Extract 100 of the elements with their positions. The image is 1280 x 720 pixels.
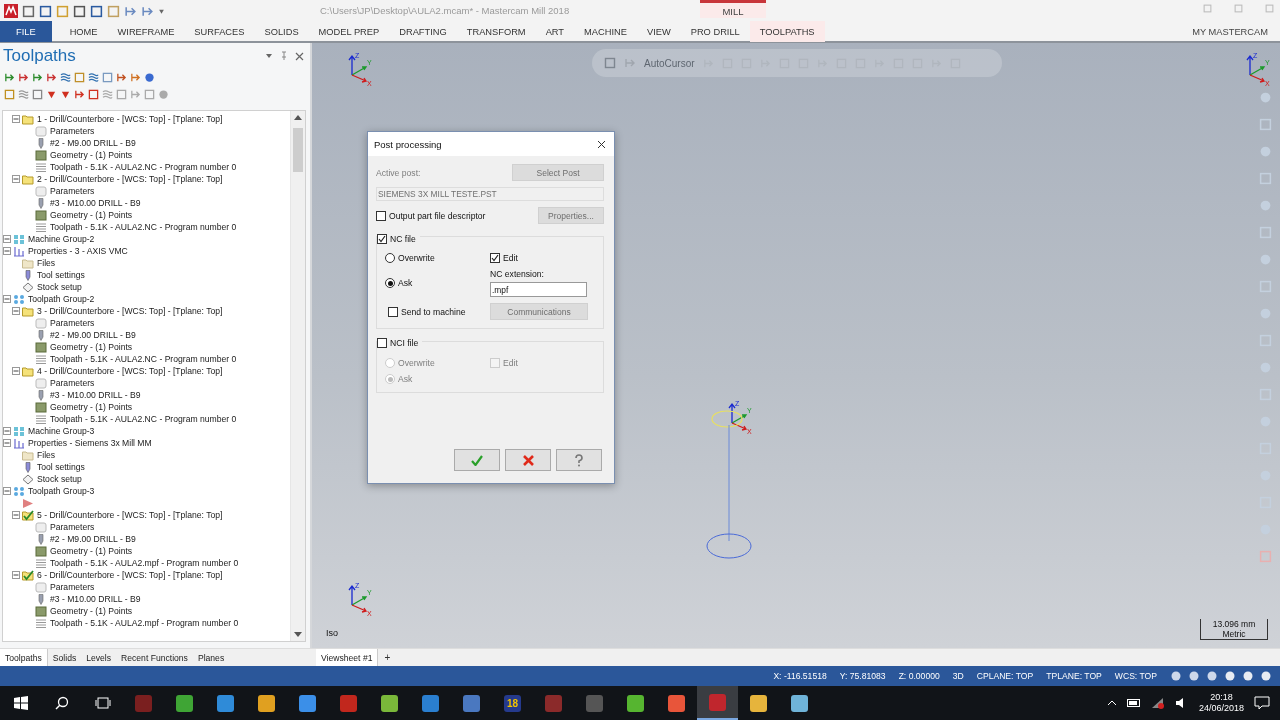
toolbar-icon[interactable] (32, 89, 43, 100)
collapse-toggle[interactable] (12, 115, 20, 123)
account-link[interactable]: MY MASTERCAM (1192, 27, 1268, 37)
shading-icon[interactable] (1224, 670, 1236, 682)
down-arrow-icon[interactable] (46, 89, 57, 100)
add-viewsheet-button[interactable]: + (378, 649, 397, 666)
tree-item[interactable]: Tool settings (37, 462, 85, 472)
tree-item[interactable]: Files (37, 258, 56, 268)
wave-icon[interactable] (18, 89, 29, 100)
shading-icon[interactable] (1188, 670, 1200, 682)
tree-item[interactable]: Properties - Siemens 3x Mill MM (28, 438, 152, 448)
checkbox[interactable] (376, 210, 386, 221)
ribbon-tab[interactable]: PRO DRILL (680, 21, 750, 42)
tree-item[interactable]: 1 - Drill/Counterbore - [WCS: Top] - [Tplane: Top] (37, 114, 223, 124)
help-button[interactable] (556, 449, 602, 471)
ribbon-tab[interactable]: TRANSFORM (456, 21, 536, 42)
ribbon-tab[interactable]: SOLIDS (254, 21, 309, 42)
radio-button[interactable] (385, 278, 395, 288)
panel-tab[interactable]: Solids (47, 649, 82, 666)
tree-item[interactable]: Parameters (50, 318, 95, 328)
tree-item[interactable]: Toolpath - 5.1K - AULA2.mpf - Program number 0 (50, 558, 239, 568)
toolbar-icon[interactable] (46, 72, 57, 83)
ribbon-tab[interactable]: TOOLPATHS (749, 21, 825, 42)
tree-item[interactable]: Stock setup (37, 474, 82, 484)
deselect-icon[interactable] (18, 72, 29, 83)
ribbon-tab[interactable]: FILE (0, 21, 52, 42)
app-logo-icon[interactable] (4, 4, 18, 18)
tree-item[interactable]: Toolpath - 5.1K - AULA2.NC - Program number 0 (50, 414, 237, 424)
ribbon-tab[interactable]: ART (535, 21, 575, 42)
caret-icon[interactable] (158, 7, 165, 15)
toolbar-icon[interactable] (102, 89, 113, 100)
tree-item[interactable]: Toolpath - 5.1K - AULA2.NC - Program number 0 (50, 162, 237, 172)
collapse-toggle[interactable] (12, 367, 20, 375)
pin-icon[interactable] (279, 51, 289, 61)
collapse-toggle[interactable] (3, 427, 11, 435)
tree-item[interactable]: #3 - M10.00 DRILL - B9 (50, 198, 141, 208)
shading-icon[interactable] (1260, 670, 1272, 682)
tree-item[interactable]: 2 - Drill/Counterbore - [WCS: Top] - [Tplane: Top] (37, 174, 223, 184)
shading-icon[interactable] (1206, 670, 1218, 682)
tree-item[interactable]: #2 - M9.00 DRILL - B9 (50, 534, 136, 544)
toolbar-icon[interactable] (74, 72, 85, 83)
tree-item[interactable]: #2 - M9.00 DRILL - B9 (50, 138, 136, 148)
tree-item[interactable]: Parameters (50, 186, 95, 196)
tree-item[interactable]: Machine Group-2 (28, 234, 95, 244)
collapse-toggle[interactable] (3, 439, 11, 447)
tree-item[interactable]: Parameters (50, 378, 95, 388)
toolbar-icon[interactable] (158, 89, 169, 100)
checkbox[interactable] (490, 253, 500, 263)
panel-tab[interactable]: Planes (192, 649, 230, 666)
tree-item[interactable]: Toolpath Group-2 (28, 294, 95, 304)
collapse-toggle[interactable] (12, 307, 20, 315)
collapse-toggle[interactable] (3, 487, 11, 495)
maximize-icon[interactable] (1234, 4, 1243, 13)
shading-icon[interactable] (1170, 670, 1182, 682)
tree-item[interactable]: Parameters (50, 522, 95, 532)
notifications-icon[interactable] (1254, 696, 1270, 710)
ribbon-tab[interactable]: VIEW (636, 21, 681, 42)
taskbar-app[interactable]: 18 (492, 686, 533, 720)
toolbar-icon[interactable] (130, 89, 141, 100)
collapse-toggle[interactable] (3, 235, 11, 243)
toolbar-icon[interactable] (116, 72, 127, 83)
toolbar-icon[interactable] (88, 89, 99, 100)
tree-item[interactable]: #3 - M10.00 DRILL - B9 (50, 390, 141, 400)
panel-tab[interactable]: Toolpaths (0, 649, 48, 666)
checkbox[interactable] (388, 306, 398, 317)
tree-item[interactable]: Geometry - (1) Points (50, 546, 133, 556)
viewsheet-tab[interactable]: Viewsheet #1 (316, 649, 379, 666)
network-icon[interactable] (1150, 697, 1165, 709)
tree-item[interactable]: #2 - M9.00 DRILL - B9 (50, 330, 136, 340)
collapse-toggle[interactable] (3, 295, 11, 303)
tree-item[interactable]: Geometry - (1) Points (50, 606, 133, 616)
taskbar-app-icon[interactable] (697, 686, 738, 720)
tree-item[interactable]: Toolpath Group-3 (28, 486, 95, 496)
scrollbar-thumb[interactable] (293, 128, 303, 172)
tree-item[interactable]: Geometry - (1) Points (50, 150, 133, 160)
wave-icon[interactable] (60, 72, 71, 83)
wave-icon[interactable] (88, 72, 99, 83)
tree-item[interactable]: #3 - M10.00 DRILL - B9 (50, 594, 141, 604)
battery-icon[interactable] (1126, 699, 1141, 707)
toolbar-icon[interactable] (32, 72, 43, 83)
tree-item[interactable]: Machine Group-3 (28, 426, 95, 436)
dropdown-icon[interactable] (265, 52, 273, 60)
collapse-toggle[interactable] (3, 247, 11, 255)
panel-tab[interactable]: Levels (81, 649, 117, 666)
radio-button[interactable] (385, 253, 395, 263)
extension-field[interactable]: .mpf (490, 282, 587, 297)
scroll-down-icon[interactable] (294, 632, 302, 638)
tree-item[interactable]: Toolpath - 5.1K - AULA2.NC - Program number 0 (50, 222, 237, 232)
chevron-up-icon[interactable] (1106, 700, 1117, 706)
panel-tab[interactable]: Recent Functions (116, 649, 193, 666)
collapse-toggle[interactable] (12, 511, 20, 519)
cancel-button[interactable] (505, 449, 551, 471)
tree-item[interactable]: Parameters (50, 126, 95, 136)
ribbon-tab[interactable]: MACHINE (574, 21, 637, 42)
ribbon-tab[interactable]: SURFACES (184, 21, 255, 42)
toolbar-icon[interactable] (102, 72, 113, 83)
tree-item[interactable]: 6 - Drill/Counterbore - [WCS: Top] - [Tplane: Top] (37, 570, 223, 580)
tree-item[interactable]: Toolpath - 5.1K - AULA2.NC - Program number 0 (50, 354, 237, 364)
collapse-toggle[interactable] (12, 571, 20, 579)
tree-item[interactable]: Stock setup (37, 282, 82, 292)
